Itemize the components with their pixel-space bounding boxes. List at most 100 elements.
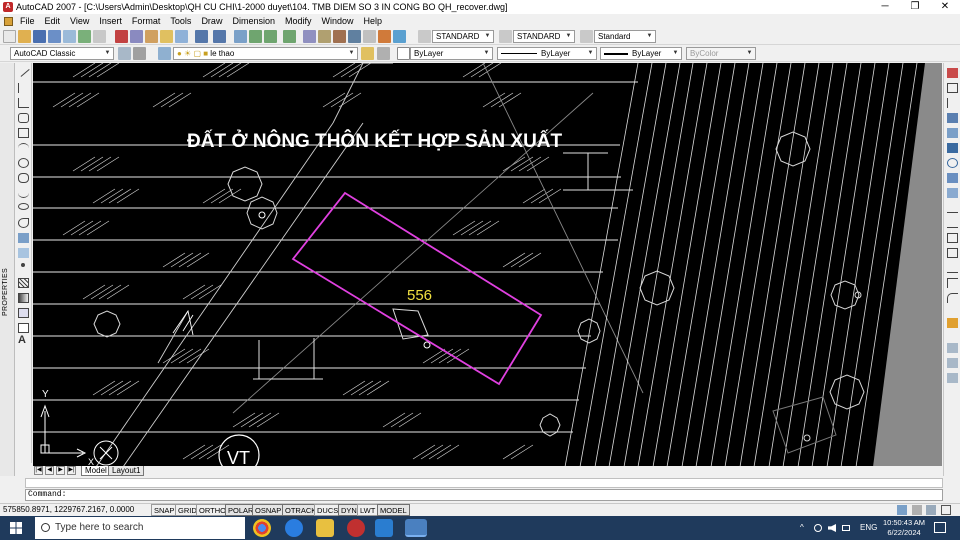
save-icon[interactable] [33, 30, 46, 43]
workspace-save-icon[interactable] [133, 47, 146, 60]
menu-insert[interactable]: Insert [94, 14, 127, 28]
trim-icon[interactable] [947, 203, 958, 213]
menu-window[interactable]: Window [317, 14, 359, 28]
status-settings-icon[interactable] [926, 505, 936, 515]
point-icon[interactable] [21, 263, 25, 267]
toolbar-lock-icon[interactable] [912, 505, 922, 515]
minimize-button[interactable]: ─ [870, 0, 900, 14]
erase-icon[interactable] [947, 68, 958, 78]
volume-icon[interactable] [828, 524, 836, 532]
lineweight-select[interactable]: ByLayer ▼ [600, 47, 682, 60]
stretch-icon[interactable] [947, 188, 958, 198]
gradient-icon[interactable] [18, 293, 29, 303]
explode-icon[interactable] [947, 318, 958, 328]
menu-file[interactable]: File [15, 14, 40, 28]
redo-icon[interactable] [213, 30, 226, 43]
autocad-app-icon[interactable]: A [3, 2, 13, 12]
match-properties-icon[interactable] [160, 30, 173, 43]
menu-draw[interactable]: Draw [196, 14, 227, 28]
publish-icon[interactable] [78, 30, 91, 43]
file-explorer-icon[interactable] [316, 519, 334, 537]
spline-icon[interactable] [18, 188, 29, 198]
new-icon[interactable] [3, 30, 16, 43]
last-tab-button[interactable]: ▶| [67, 466, 76, 475]
coccoc-icon[interactable] [347, 519, 365, 537]
tab-model[interactable]: Model [81, 466, 111, 476]
move-icon[interactable] [947, 143, 958, 153]
dimension-radius-icon[interactable] [947, 373, 958, 383]
menu-tools[interactable]: Tools [165, 14, 196, 28]
network-icon[interactable] [814, 524, 822, 532]
layer-select[interactable]: ● ☀ ▢ ■ le thao ▼ [173, 47, 358, 60]
make-current-layer-icon[interactable] [361, 47, 374, 60]
multiline-text-icon[interactable]: A [18, 335, 29, 346]
zoom-previous-icon[interactable] [283, 30, 296, 43]
fillet-icon[interactable] [947, 293, 958, 303]
construction-line-icon[interactable] [18, 83, 29, 93]
menu-dimension[interactable]: Dimension [227, 14, 280, 28]
workspace-select[interactable]: AutoCAD Classic ▼ [10, 47, 114, 60]
dimension-linear-icon[interactable] [947, 343, 958, 353]
dim-style-icon[interactable] [499, 30, 512, 43]
zoom-window-icon[interactable] [264, 30, 277, 43]
maximize-button[interactable]: ❐ [900, 0, 930, 14]
language-indicator[interactable]: ENG [860, 516, 877, 540]
offset-icon[interactable] [947, 113, 958, 123]
close-button[interactable]: ✕ [930, 0, 960, 14]
linetype-select[interactable]: ByLayer ▼ [497, 47, 597, 60]
design-center-icon[interactable] [318, 30, 331, 43]
word-icon[interactable] [375, 519, 393, 537]
menu-modify[interactable]: Modify [280, 14, 317, 28]
layer-previous-icon[interactable] [377, 47, 390, 60]
copy-icon[interactable] [130, 30, 143, 43]
break-icon[interactable] [947, 248, 958, 258]
battery-icon[interactable] [842, 525, 850, 531]
region-icon[interactable] [18, 308, 29, 318]
taskbar-search-box[interactable]: Type here to search [35, 517, 245, 539]
circle-icon[interactable] [18, 158, 29, 168]
workspace-settings-icon[interactable] [118, 47, 131, 60]
block-editor-icon[interactable] [175, 30, 188, 43]
table-style-icon[interactable] [580, 30, 593, 43]
zalo-icon[interactable] [285, 519, 303, 537]
sheet-set-icon[interactable] [348, 30, 361, 43]
windows-start-icon[interactable] [10, 522, 22, 534]
menu-edit[interactable]: Edit [40, 14, 66, 28]
dim-style-select[interactable]: STANDARD ▼ [513, 30, 575, 43]
3d-dwf-icon[interactable] [93, 30, 106, 43]
ellipse-arc-icon[interactable] [18, 218, 29, 228]
table-style-select[interactable]: Standard ▼ [594, 30, 656, 43]
calculator-icon[interactable] [378, 30, 391, 43]
taskbar-clock[interactable]: 10:50:43 AM 6/22/2024 [878, 518, 930, 538]
zoom-realtime-icon[interactable] [249, 30, 262, 43]
plot-preview-icon[interactable] [63, 30, 76, 43]
table-icon[interactable] [18, 323, 29, 333]
notification-icon[interactable] [934, 522, 946, 533]
break-at-point-icon[interactable] [947, 233, 958, 243]
osnap-toggle[interactable]: OSNAP [252, 504, 285, 516]
first-tab-button[interactable]: |◀ [34, 466, 43, 475]
line-icon[interactable] [17, 65, 30, 77]
menu-view[interactable]: View [65, 14, 94, 28]
mirror-icon[interactable] [947, 98, 958, 108]
ortho-toggle[interactable]: ORTHO [196, 504, 229, 516]
menu-help[interactable]: Help [359, 14, 388, 28]
model-toggle[interactable]: MODEL [377, 504, 410, 516]
tray-chevron-icon[interactable]: ^ [800, 516, 804, 540]
extend-icon[interactable] [947, 218, 958, 228]
revision-cloud-icon[interactable] [18, 173, 29, 183]
tab-layout1[interactable]: Layout1 [108, 466, 145, 476]
communication-center-icon[interactable] [897, 505, 907, 515]
tool-palettes-icon[interactable] [333, 30, 346, 43]
plot-icon[interactable] [48, 30, 61, 43]
prev-tab-button[interactable]: ◀ [45, 466, 54, 475]
copy-object-icon[interactable] [947, 83, 958, 93]
rotate-icon[interactable] [947, 158, 958, 168]
scale-icon[interactable] [947, 173, 958, 183]
properties-palette-strip[interactable]: PROPERTIES [0, 63, 15, 503]
markup-icon[interactable] [363, 30, 376, 43]
menu-format[interactable]: Format [127, 14, 166, 28]
parcel-number-label[interactable]: 556 [407, 287, 432, 304]
lwt-toggle[interactable]: LWT [357, 504, 379, 516]
vt-label[interactable]: VT [227, 448, 250, 467]
